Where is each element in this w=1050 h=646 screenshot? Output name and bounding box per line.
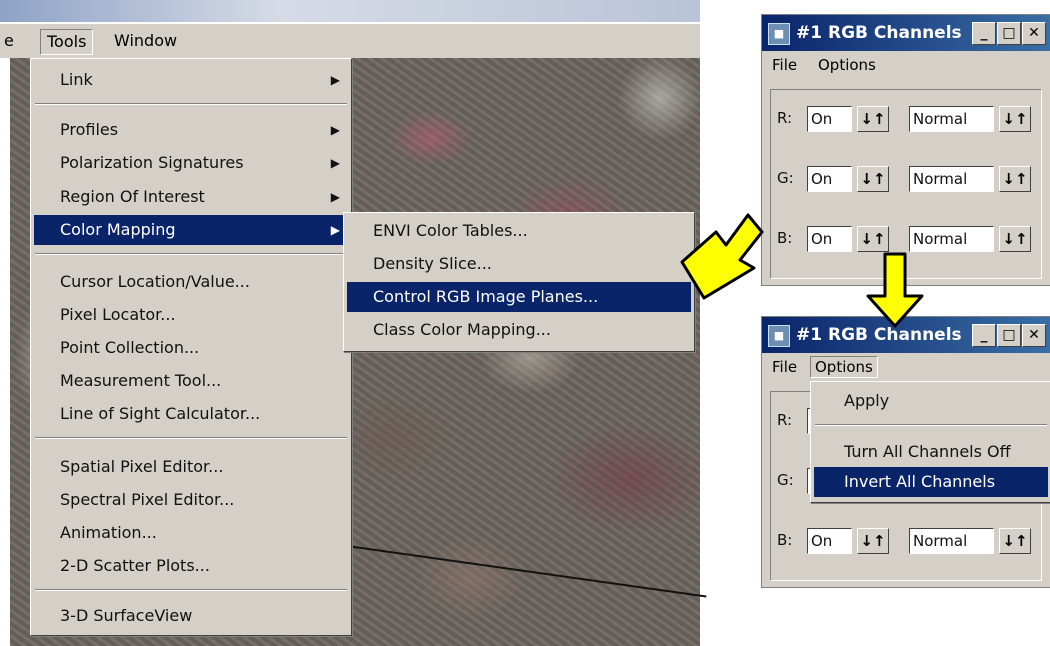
callout-arrows bbox=[680, 213, 924, 328]
callout-arrow-down-icon bbox=[866, 252, 924, 328]
callout-arrow-right-icon bbox=[680, 213, 764, 300]
